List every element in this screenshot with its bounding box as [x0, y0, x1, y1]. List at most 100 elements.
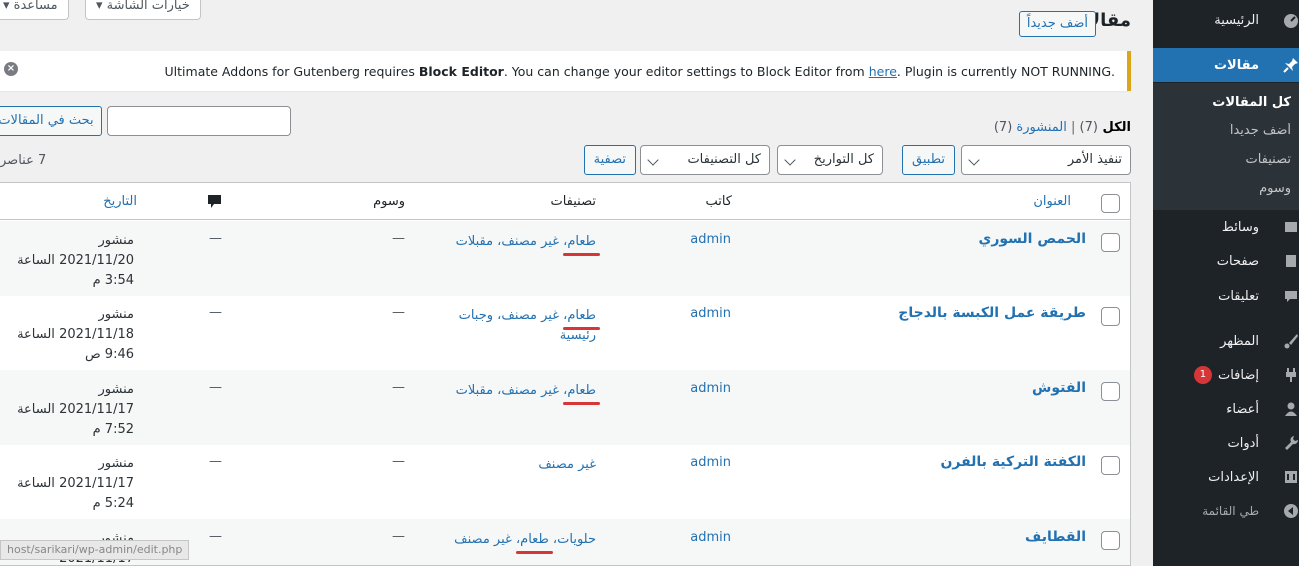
- row-checkbox[interactable]: [1101, 456, 1120, 475]
- sidebar-collapse-menu[interactable]: طي القائمة: [1153, 494, 1299, 528]
- posts-table: العنوان كاتب تصنيفات وسوم التاريخ الحمص …: [0, 182, 1131, 566]
- comments-value: —: [209, 305, 222, 320]
- help-tab[interactable]: مساعدة ▾: [0, 0, 69, 20]
- sidebar-item-tools[interactable]: أدوات: [1153, 426, 1299, 460]
- row-checkbox[interactable]: [1101, 531, 1120, 550]
- row-checkbox[interactable]: [1101, 307, 1120, 326]
- notice-text-mid: . You can change your editor settings to…: [503, 63, 869, 79]
- sidebar-item-plugins[interactable]: إضافات 1: [1153, 358, 1299, 392]
- notice-here-link[interactable]: here: [869, 64, 897, 79]
- author-link[interactable]: admin: [690, 455, 731, 470]
- notice-text-after: . Plugin is currently NOT RUNNING.: [896, 63, 1115, 79]
- category-link-food[interactable]: طعام: [567, 308, 596, 323]
- sidebar-item-label: طي القائمة: [1202, 504, 1259, 518]
- tags-value: —: [392, 454, 405, 469]
- category-link[interactable]: ، غير مصنف: [454, 532, 520, 547]
- post-title-link[interactable]: الحمص السوري: [979, 231, 1086, 247]
- notice-text: Ultimate Addons for Gutenberg requires B…: [165, 64, 1115, 79]
- row-checkbox[interactable]: [1101, 382, 1120, 401]
- submenu-all-posts[interactable]: كل المقالات: [1153, 95, 1299, 110]
- sidebar-item-label: الرئيسية: [1214, 12, 1259, 28]
- post-date-value: 2021/11/17 الساعة: [17, 476, 134, 491]
- sidebar-item-posts[interactable]: مقالات: [1153, 48, 1299, 82]
- author-link[interactable]: admin: [690, 530, 731, 545]
- posts-submenu: كل المقالات أضف جديداً تصنيفات وسوم: [1153, 83, 1299, 210]
- plugin-notice: Ultimate Addons for Gutenberg requires B…: [0, 51, 1131, 91]
- post-categories: حلويات، طعام ، غير مصنف: [436, 530, 596, 554]
- apply-button[interactable]: تطبيق: [902, 145, 955, 175]
- comments-value: —: [209, 380, 222, 395]
- collapse-icon: [1284, 504, 1298, 518]
- paintbrush-icon: [1284, 334, 1298, 349]
- highlight-underline: [563, 327, 600, 330]
- post-title-link[interactable]: القطايف: [1025, 529, 1086, 545]
- row-checkbox[interactable]: [1101, 233, 1120, 252]
- submenu-categories[interactable]: تصنيفات: [1153, 152, 1299, 167]
- sidebar-item-users[interactable]: أعضاء: [1153, 392, 1299, 426]
- chevron-down-icon: [784, 154, 796, 166]
- wrench-icon: [1285, 436, 1299, 450]
- views-separator: |: [1070, 120, 1076, 135]
- post-date-value: 2021/11/18 الساعة: [17, 327, 134, 342]
- bulk-action-select[interactable]: تنفيذ الأمر: [961, 145, 1131, 175]
- post-title-link[interactable]: طريقة عمل الكبسة بالدجاج: [898, 305, 1086, 321]
- highlight-underline: [563, 253, 600, 256]
- category-link-food[interactable]: طعام: [520, 532, 549, 547]
- author-link[interactable]: admin: [690, 381, 731, 396]
- post-time-value: 5:24 م: [92, 496, 134, 511]
- dates-filter-value: كل التواريخ: [813, 152, 874, 167]
- category-link-food[interactable]: طعام: [567, 383, 596, 398]
- submenu-tags[interactable]: وسوم: [1153, 181, 1299, 196]
- post-status: منشور: [98, 307, 134, 322]
- category-link[interactable]: ، غير مصنف، مقبلات: [456, 234, 568, 249]
- category-link[interactable]: حلويات،: [549, 532, 596, 547]
- screen-options-tab[interactable]: خيارات الشاشة ▾: [85, 0, 201, 20]
- filter-button[interactable]: تصفية: [583, 145, 636, 175]
- tags-value: —: [392, 380, 405, 395]
- plugins-update-badge: 1: [1193, 366, 1212, 384]
- post-time-value: 9:46 ص: [84, 347, 134, 362]
- sidebar-item-media[interactable]: وسائط: [1153, 210, 1299, 244]
- submenu-add-new[interactable]: أضف جديداً: [1153, 123, 1299, 138]
- search-input[interactable]: [107, 106, 291, 136]
- dates-filter-select[interactable]: كل التواريخ: [777, 145, 883, 175]
- sidebar-item-settings[interactable]: الإعدادات: [1153, 460, 1299, 494]
- category-link-food[interactable]: طعام: [567, 234, 596, 249]
- table-row: طريقة عمل الكبسة بالدجاج admin طعام ، غير م…: [0, 295, 1130, 370]
- post-categories: طعام ، غير مصنف، مقبلات: [436, 381, 600, 405]
- categories-filter-select[interactable]: كل التصنيفات: [640, 145, 770, 175]
- author-link[interactable]: admin: [690, 306, 731, 321]
- search-posts-button[interactable]: بحث في المقالات: [0, 106, 102, 136]
- author-link[interactable]: admin: [690, 232, 731, 247]
- chevron-down-icon: [968, 154, 980, 166]
- bulk-action-value: تنفيذ الأمر: [1067, 152, 1122, 167]
- chevron-down-icon: [647, 154, 659, 166]
- post-title-link[interactable]: الكفتة التركية بالفرن: [940, 454, 1086, 470]
- sidebar-item-label: الإعدادات: [1208, 469, 1259, 485]
- tags-value: —: [392, 305, 405, 320]
- dismiss-icon[interactable]: ×: [4, 62, 18, 76]
- table-row: الفتوش admin طعام ، غير مصنف، مقبلات — — منشور…: [0, 370, 1130, 445]
- comment-icon[interactable]: [208, 195, 221, 209]
- sidebar-item-dashboard[interactable]: الرئيسية: [1153, 3, 1299, 37]
- category-link[interactable]: غير مصنف: [538, 457, 596, 472]
- sidebar-item-label: المظهر: [1220, 333, 1259, 349]
- column-categories: تصنيفات: [550, 194, 596, 209]
- sidebar-item-comments[interactable]: تعليقات: [1153, 279, 1299, 313]
- view-all[interactable]: الكل (7): [1080, 120, 1131, 135]
- sidebar-item-pages[interactable]: صفحات: [1153, 244, 1299, 278]
- post-date-value: 2021/11/17 الساعة: [17, 402, 134, 417]
- add-new-post-button[interactable]: أضف جديداً: [1018, 11, 1096, 37]
- column-title[interactable]: العنوان: [1033, 194, 1071, 209]
- post-time-value: 7:52 م: [92, 422, 134, 437]
- comments-value: —: [209, 529, 222, 544]
- post-status: منشور: [98, 456, 134, 471]
- sidebar-item-label: إضافات: [1217, 367, 1259, 383]
- view-published-label: المنشورة: [1016, 120, 1067, 135]
- column-date[interactable]: التاريخ: [103, 194, 137, 209]
- sidebar-item-appearance[interactable]: المظهر: [1153, 324, 1299, 358]
- post-title-link[interactable]: الفتوش: [1032, 380, 1086, 396]
- view-published[interactable]: المنشورة (7): [994, 120, 1067, 135]
- category-link[interactable]: ، غير مصنف، مقبلات: [456, 383, 568, 398]
- select-all-checkbox[interactable]: [1101, 194, 1120, 213]
